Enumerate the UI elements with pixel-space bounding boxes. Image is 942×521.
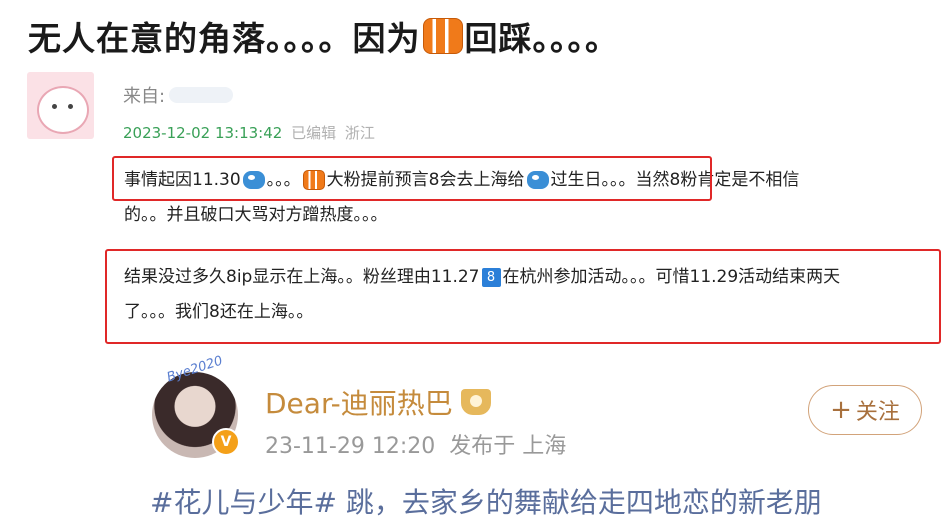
avatar-deco-text: Bye2020 bbox=[165, 353, 225, 386]
author-name[interactable]: Dear-迪丽热巴 bbox=[265, 382, 453, 422]
quoted-post-meta: 23-11-29 12:20 发布于 上海 bbox=[265, 428, 566, 460]
title-text-after: 回踩。。。。 bbox=[464, 19, 619, 58]
blurred-username bbox=[169, 87, 234, 103]
commenter-avatar[interactable] bbox=[27, 72, 94, 139]
published-label: 发布于 上海 bbox=[449, 434, 567, 459]
from-label: 来自: bbox=[123, 86, 166, 107]
plus-icon: + bbox=[830, 395, 852, 425]
page-title: 无人在意的角落。。。。因为 回踩。。。。 bbox=[28, 12, 619, 60]
quoted-date: 23-11-29 12:20 bbox=[265, 434, 436, 459]
follow-label: 关注 bbox=[855, 400, 900, 425]
post-paragraph-1-line2: 的。。并且破口大骂对方蹭热度。。。 bbox=[124, 205, 388, 225]
post-source: 来自: bbox=[123, 82, 234, 108]
post-location: 浙江 bbox=[344, 124, 375, 142]
highlight-box-1 bbox=[112, 156, 712, 201]
edited-label[interactable]: 已编辑 bbox=[291, 124, 336, 142]
follow-button[interactable]: + 关注 bbox=[808, 385, 922, 435]
author-row: Dear-迪丽热巴 bbox=[265, 382, 491, 422]
quoted-post-text: #花儿与少年# 跳，去家乡的舞献给走四地恋的新老朋 bbox=[150, 486, 822, 519]
verified-badge-icon: V bbox=[212, 428, 240, 456]
post-timestamp[interactable]: 2023-12-02 13:13:42 bbox=[123, 124, 282, 142]
avatar-face-icon bbox=[37, 86, 89, 134]
highlight-box-2 bbox=[105, 249, 941, 344]
clownfish-emoji-icon bbox=[422, 18, 463, 54]
crown-icon bbox=[460, 389, 491, 415]
post-meta: 2023-12-02 13:13:42 已编辑 浙江 bbox=[123, 122, 375, 143]
author-avatar[interactable]: Bye2020 V bbox=[152, 353, 240, 458]
avatar-eye-icon bbox=[52, 104, 57, 109]
avatar-eye-icon bbox=[68, 104, 73, 109]
title-text-before: 无人在意的角落。。。。因为 bbox=[28, 19, 421, 58]
